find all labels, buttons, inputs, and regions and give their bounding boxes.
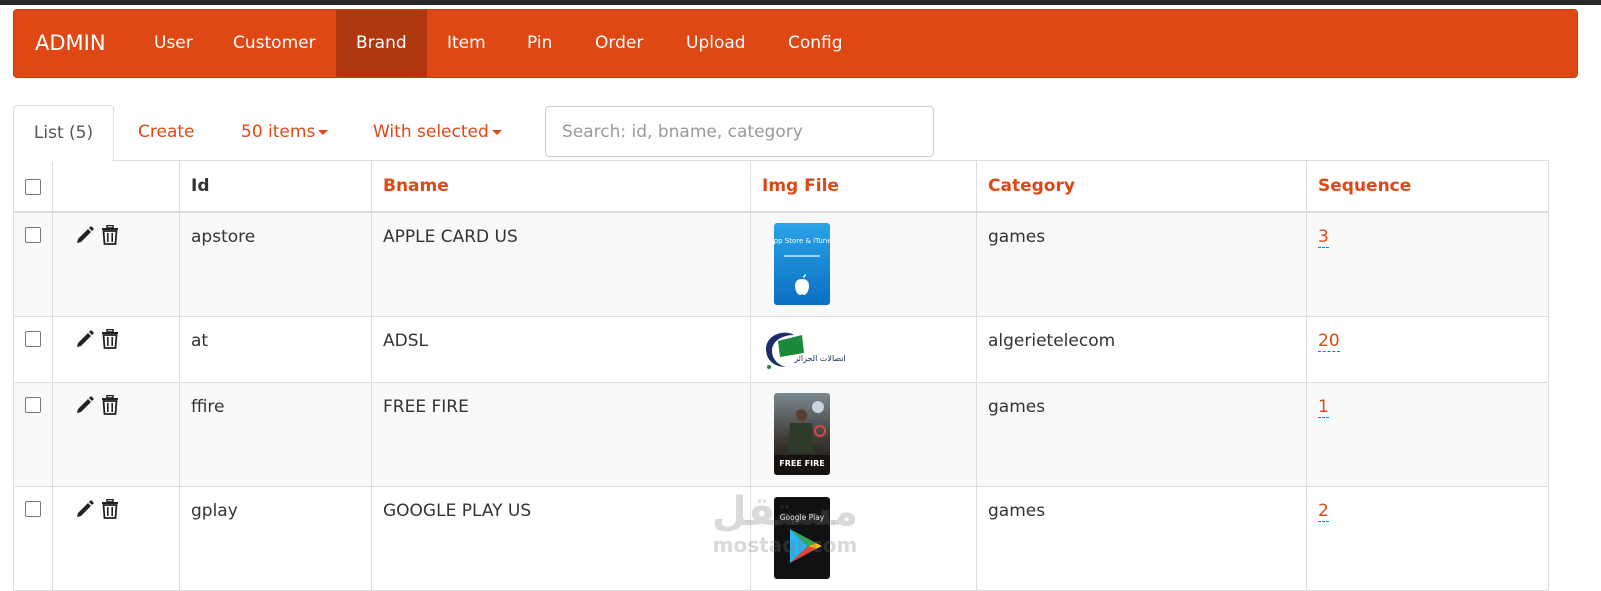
top-border (0, 0, 1601, 5)
nav-item-brand[interactable]: Brand (336, 10, 427, 77)
table-row: apstore APPLE CARD US App Store & iTunes… (13, 211, 1549, 317)
cell-category: games (976, 381, 1307, 487)
table-row: at ADSL اتصالات الجزائر algerietelecom 2… (13, 315, 1549, 383)
column-header-sequence[interactable]: Sequence (1306, 160, 1549, 213)
nav-item-upload[interactable]: Upload (666, 10, 766, 77)
cell-bname: ADSL (371, 315, 751, 383)
with-selected-dropdown[interactable]: With selected (373, 105, 502, 160)
row-checkbox[interactable] (25, 396, 41, 413)
cell-bname: FREE FIRE (371, 381, 751, 487)
tab-create[interactable]: Create (138, 105, 195, 160)
trash-icon[interactable] (101, 498, 119, 524)
trash-icon[interactable] (101, 328, 119, 354)
cell-category: games (976, 211, 1307, 317)
sequence-link[interactable]: 1 (1318, 396, 1329, 418)
free-fire-card-thumbnail: FREE FIRE (774, 392, 830, 475)
select-all-checkbox[interactable] (25, 178, 41, 195)
algerie-telecom-logo: اتصالات الجزائر (762, 327, 846, 371)
tab-list[interactable]: List (5) (13, 105, 114, 162)
row-checkbox[interactable] (25, 500, 41, 517)
cell-id: at (179, 315, 372, 383)
sequence-link[interactable]: 2 (1318, 500, 1329, 522)
sequence-link[interactable]: 3 (1318, 227, 1329, 248)
nav-item-user[interactable]: User (134, 10, 213, 77)
row-checkbox[interactable] (25, 330, 41, 347)
column-header-bname[interactable]: Bname (371, 160, 751, 213)
google-play-card-thumbnail: Google Play (774, 496, 830, 579)
logo-caption: اتصالات الجزائر (793, 354, 846, 363)
pencil-icon[interactable] (75, 225, 95, 250)
row-checkbox[interactable] (25, 227, 41, 243)
items-per-page-label: 50 items (241, 122, 316, 142)
trash-icon[interactable] (101, 394, 119, 420)
navbar-brand[interactable]: ADMIN (35, 10, 106, 77)
cell-id: apstore (179, 211, 372, 317)
caret-down-icon (318, 129, 329, 135)
column-header-category[interactable]: Category (976, 160, 1307, 213)
navbar: ADMIN User Customer Brand Item Pin Order… (13, 9, 1578, 78)
column-header-img-file[interactable]: Img File (750, 160, 977, 213)
pencil-icon[interactable] (75, 395, 95, 420)
card-caption: App Store & iTunes (774, 237, 830, 245)
table-row: gplay GOOGLE PLAY US Google Play games 2 (13, 485, 1549, 591)
brand-table: Id Bname Img File Category Sequence apst… (13, 160, 1549, 591)
cell-id: gplay (179, 485, 372, 591)
cell-img-file: اتصالات الجزائر (750, 315, 977, 383)
trash-icon[interactable] (101, 224, 119, 250)
cell-bname: APPLE CARD US (371, 211, 751, 317)
select-all-cell (13, 160, 53, 213)
cell-img-file: FREE FIRE (750, 381, 977, 487)
search-input[interactable] (545, 106, 934, 157)
cell-bname: GOOGLE PLAY US (371, 485, 751, 591)
pencil-icon[interactable] (75, 329, 95, 354)
column-header-id: Id (179, 160, 372, 213)
cell-category: games (976, 485, 1307, 591)
items-per-page-dropdown[interactable]: 50 items (241, 105, 329, 160)
table-row: ffire FREE FIRE FREE FIRE games 1 (13, 381, 1549, 487)
nav-item-pin[interactable]: Pin (507, 10, 572, 77)
cell-id: ffire (179, 381, 372, 487)
sequence-link[interactable]: 20 (1318, 330, 1340, 352)
app-store-itunes-card-thumbnail: App Store & iTunes (774, 223, 830, 305)
cell-category: algerietelecom (976, 315, 1307, 383)
cell-img-file: App Store & iTunes (750, 211, 977, 317)
cell-img-file: Google Play (750, 485, 977, 591)
pencil-icon[interactable] (75, 499, 95, 524)
caret-down-icon (491, 129, 502, 135)
card-caption: Google Play (780, 513, 825, 522)
nav-item-customer[interactable]: Customer (213, 10, 336, 77)
nav-item-item[interactable]: Item (427, 10, 506, 77)
nav-item-order[interactable]: Order (575, 10, 663, 77)
card-caption: FREE FIRE (779, 459, 824, 468)
with-selected-label: With selected (373, 122, 489, 142)
actions-header (52, 160, 180, 213)
nav-item-config[interactable]: Config (768, 10, 863, 77)
table-header-row: Id Bname Img File Category Sequence (13, 160, 1549, 213)
